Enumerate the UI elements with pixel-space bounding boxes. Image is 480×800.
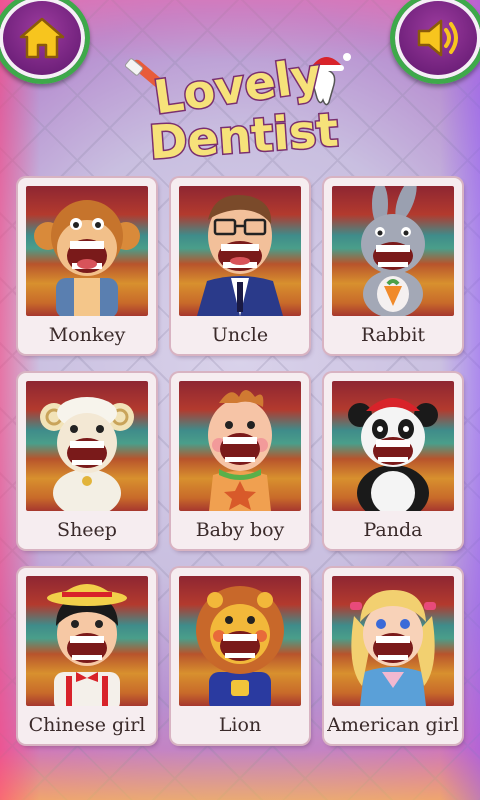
- character-label: Panda: [363, 519, 423, 541]
- character-label: American girl: [327, 714, 459, 736]
- sheep-icon: [40, 397, 134, 511]
- american-girl-icon: [350, 590, 436, 706]
- baby-boy-portrait: [179, 381, 301, 511]
- baby-boy-icon: [208, 390, 272, 511]
- monkey-portrait: [26, 186, 148, 316]
- chinese-girl-icon: [47, 584, 127, 706]
- american-girl-portrait: [332, 576, 454, 706]
- lion-portrait: [179, 576, 301, 706]
- character-card-sheep[interactable]: Sheep: [18, 373, 156, 549]
- character-card-panda[interactable]: Panda: [324, 373, 462, 549]
- character-card-american-girl[interactable]: American girl: [324, 568, 462, 744]
- character-label: Sheep: [57, 519, 117, 541]
- speaker-icon: [417, 19, 458, 57]
- sheep-portrait: [26, 381, 148, 511]
- home-icon: [19, 17, 65, 59]
- character-card-monkey[interactable]: Monkey: [18, 178, 156, 354]
- uncle-icon: [197, 195, 283, 316]
- character-grid: Monkey Uncle Rabbit Sheep Baby boy Panda…: [18, 178, 462, 744]
- monkey-icon: [34, 200, 140, 316]
- character-label: Rabbit: [360, 324, 426, 346]
- character-label: Baby boy: [195, 519, 285, 541]
- character-card-rabbit[interactable]: Rabbit: [324, 178, 462, 354]
- rabbit-portrait: [332, 186, 454, 316]
- rabbit-icon: [361, 186, 425, 316]
- character-label: Lion: [218, 714, 262, 736]
- character-card-uncle[interactable]: Uncle: [171, 178, 309, 354]
- chinese-girl-portrait: [26, 576, 148, 706]
- panda-portrait: [332, 381, 454, 511]
- character-label: Chinese girl: [28, 714, 146, 736]
- panda-icon: [348, 398, 438, 511]
- character-card-lion[interactable]: Lion: [171, 568, 309, 744]
- character-label: Uncle: [211, 324, 269, 346]
- character-card-baby-boy[interactable]: Baby boy: [171, 373, 309, 549]
- character-label: Monkey: [48, 324, 126, 346]
- uncle-portrait: [179, 186, 301, 316]
- game-logo: Lovely Dentist: [124, 46, 351, 165]
- character-card-chinese-girl[interactable]: Chinese girl: [18, 568, 156, 744]
- lion-icon: [196, 586, 284, 706]
